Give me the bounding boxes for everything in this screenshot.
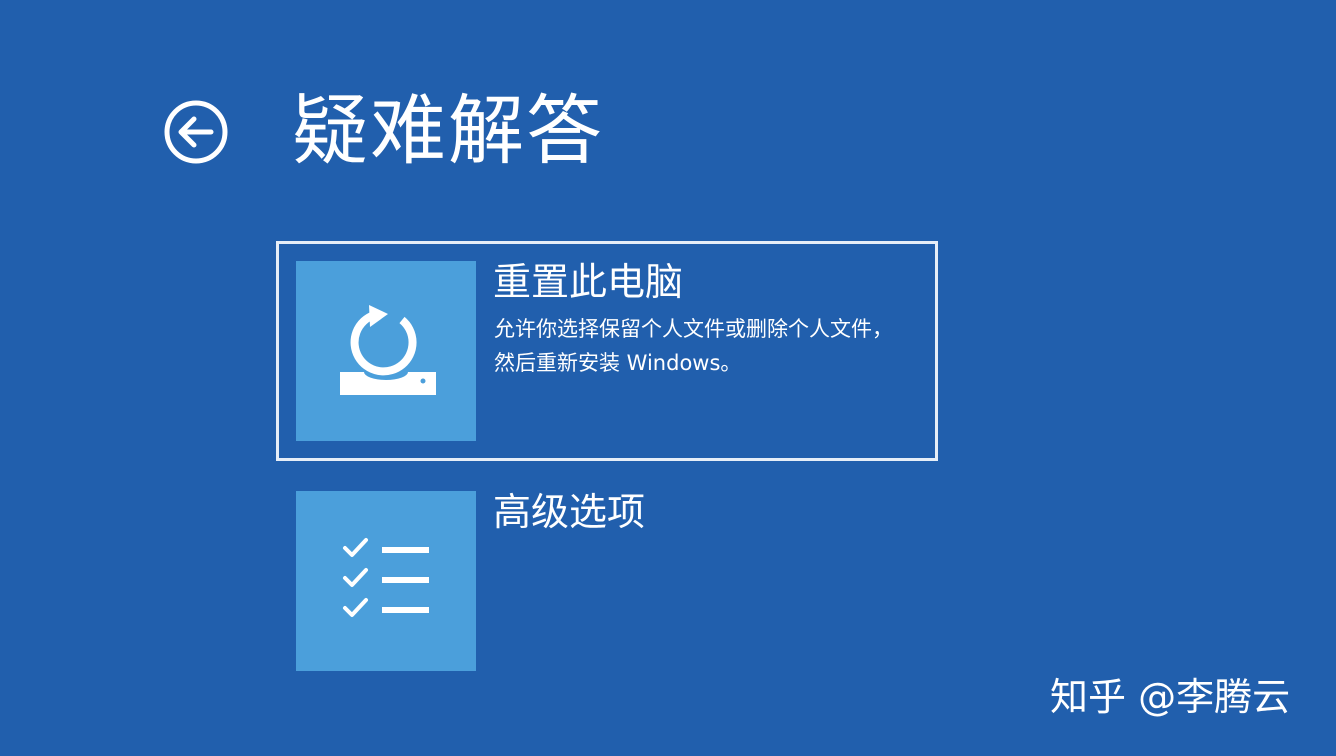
reset-pc-tile <box>296 261 476 441</box>
advanced-options-option[interactable]: 高级选项 <box>276 471 938 691</box>
watermark: 知乎 @李腾云 <box>1050 675 1291 719</box>
reset-this-pc-option[interactable]: 重置此电脑 允许你选择保留个人文件或删除个人文件，然后重新安装 Windows。 <box>276 241 938 461</box>
advanced-options-tile <box>296 491 476 671</box>
reset-pc-icon <box>340 305 436 395</box>
advanced-options-title: 高级选项 <box>493 490 646 534</box>
troubleshoot-screen: 疑难解答 重置此电脑 允许你选择保留个人文件或删除个人文件，然后重新安装 Win… <box>0 0 1336 756</box>
reset-this-pc-title: 重置此电脑 <box>493 260 684 304</box>
back-button[interactable] <box>162 98 230 166</box>
reset-this-pc-description: 允许你选择保留个人文件或删除个人文件，然后重新安装 Windows。 <box>494 317 893 375</box>
checklist-icon <box>343 538 429 617</box>
page-title: 疑难解答 <box>292 86 604 175</box>
back-arrow-icon <box>164 100 228 164</box>
